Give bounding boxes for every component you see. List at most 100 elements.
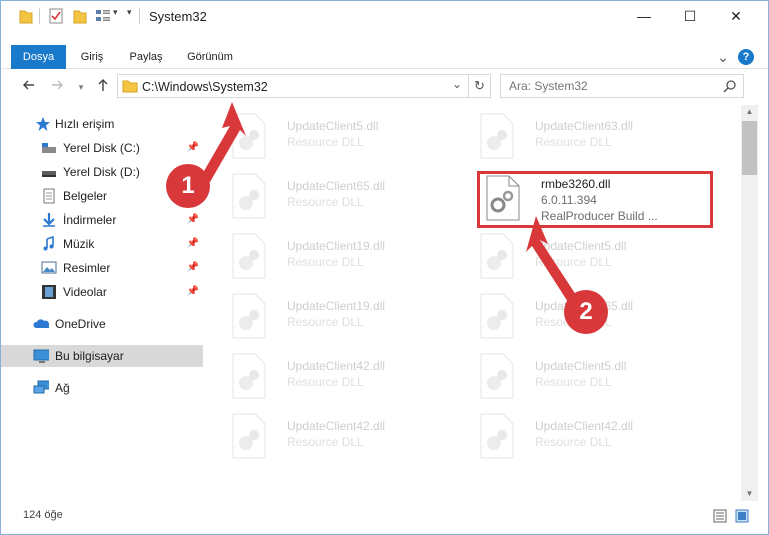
address-dropdown-icon[interactable]: ⌄	[452, 77, 462, 91]
large-icons-view-icon[interactable]	[735, 509, 749, 523]
file-item[interactable]: UpdateClient65.dll Resource DLL	[223, 169, 453, 225]
scrollbar-thumb[interactable]	[742, 121, 757, 175]
tab-file[interactable]: Dosya	[11, 45, 66, 69]
file-description: Resource DLL	[535, 435, 612, 449]
arrow-up-icon	[98, 79, 108, 91]
sidebar-item-label: Yerel Disk (D:)	[63, 165, 140, 179]
sidebar-item-pictures[interactable]: Resimler 📌	[1, 257, 203, 279]
sidebar-item-onedrive[interactable]: OneDrive	[1, 313, 203, 335]
dll-file-icon	[232, 173, 266, 219]
file-item[interactable]: UpdateClient63.dll Resource DLL	[471, 109, 701, 165]
tab-share[interactable]: Paylaş	[119, 45, 173, 69]
item-count: 124 öğe	[23, 509, 63, 521]
search-icon[interactable]	[723, 79, 737, 93]
address-bar[interactable]: C:\Windows\System32 ⌄ ↻	[117, 74, 491, 98]
refresh-icon[interactable]: ↻	[474, 78, 485, 94]
up-button[interactable]	[93, 78, 113, 96]
pin-icon: 📌	[186, 214, 199, 225]
sidebar-item-label: Bu bilgisayar	[55, 349, 124, 363]
this-pc-icon	[33, 349, 49, 363]
sidebar-item-network[interactable]: Ağ	[1, 377, 203, 399]
scroll-up-icon[interactable]: ▲	[741, 105, 758, 119]
scroll-down-icon[interactable]: ▼	[741, 487, 758, 501]
file-name: UpdateClient63.dll	[535, 119, 634, 133]
file-description: Resource DLL	[287, 135, 364, 149]
sidebar-item-label: OneDrive	[55, 317, 106, 331]
sidebar-item-videos[interactable]: Videolar 📌	[1, 281, 203, 303]
folder-icon[interactable]	[19, 8, 33, 24]
downloads-icon	[43, 213, 55, 227]
maximize-icon: ☐	[683, 7, 697, 24]
sidebar-item-label: Yerel Disk (C:)	[63, 141, 140, 155]
file-description: Resource DLL	[287, 315, 364, 329]
file-description: Resource DLL	[535, 375, 612, 389]
tab-view[interactable]: Görünüm	[179, 45, 241, 69]
documents-icon	[43, 188, 55, 204]
arrow-left-icon	[23, 80, 34, 90]
back-button[interactable]	[19, 78, 39, 96]
vertical-scrollbar[interactable]: ▲ ▼	[741, 105, 758, 501]
onedrive-icon	[33, 319, 49, 328]
file-item[interactable]: UpdateClient19.dll Resource DLL	[223, 289, 453, 345]
close-button[interactable]: ✕	[713, 1, 759, 31]
highlight-box	[477, 171, 713, 228]
divider	[39, 8, 40, 24]
star-icon	[36, 117, 50, 131]
dll-file-icon	[480, 413, 514, 459]
music-icon	[43, 236, 54, 251]
pictures-icon	[41, 261, 57, 274]
search-input[interactable]	[509, 78, 709, 94]
tab-home[interactable]: Giriş	[71, 45, 113, 69]
sidebar-item-local-disk-c[interactable]: Yerel Disk (C:) 📌	[1, 137, 203, 159]
maximize-button[interactable]: ☐	[667, 1, 713, 31]
explorer-window: ▾ ▾ System32 — ☐ ✕ Dosya Giriş Paylaş Gö…	[0, 0, 769, 535]
help-icon[interactable]: ?	[738, 49, 754, 65]
file-description: Resource DLL	[287, 375, 364, 389]
dll-file-icon	[232, 113, 266, 159]
properties-icon[interactable]	[49, 8, 63, 24]
file-item[interactable]: UpdateClient42.dll Resource DLL	[471, 409, 701, 465]
chevron-down-icon[interactable]: ▾	[127, 7, 132, 23]
step-1-badge: 1	[166, 164, 210, 208]
sidebar-item-label: Ağ	[55, 381, 70, 395]
ribbon-tabs: Dosya Giriş Paylaş Görünüm ⌄ ?	[1, 45, 768, 69]
title-bar: ▾ ▾ System32 — ☐ ✕	[1, 1, 768, 31]
file-description: Resource DLL	[535, 255, 612, 269]
file-name: UpdateClient19.dll	[287, 239, 386, 253]
customize-toolbar-icon[interactable]: ▾	[113, 7, 118, 23]
new-folder-icon[interactable]	[73, 8, 87, 24]
file-name: UpdateClient65.dll	[287, 179, 386, 193]
drive-icon	[42, 143, 56, 153]
file-item[interactable]: UpdateClient5.dll Resource DLL	[471, 229, 701, 285]
window-title: System32	[149, 9, 207, 24]
details-view-icon[interactable]	[713, 509, 727, 523]
file-name: UpdateClient5.dll	[287, 119, 379, 133]
recent-locations-icon[interactable]: ▾	[71, 78, 91, 96]
file-name: UpdateClient19.dll	[287, 299, 386, 313]
view-icon[interactable]	[95, 8, 111, 24]
sidebar-item-this-pc[interactable]: Bu bilgisayar	[1, 345, 203, 367]
file-name: UpdateClient5.dll	[535, 239, 627, 253]
search-box[interactable]	[500, 74, 744, 98]
pin-icon: 📌	[186, 286, 199, 297]
file-item[interactable]: UpdateClient5.dll Resource DLL	[223, 109, 453, 165]
file-item[interactable]: UpdateClient19.dll Resource DLL	[223, 229, 453, 285]
pin-icon: 📌	[186, 262, 199, 273]
file-item[interactable]: UpdateClient42.dll Resource DLL	[223, 409, 453, 465]
navigation-pane: Hızlı erişim Yerel Disk (C:) 📌 Yerel Dis…	[1, 105, 211, 495]
dll-file-icon	[480, 113, 514, 159]
file-description: Resource DLL	[287, 435, 364, 449]
ribbon-collapse-icon[interactable]: ⌄	[713, 45, 733, 69]
sidebar-item-music[interactable]: Müzik 📌	[1, 233, 203, 255]
forward-button[interactable]	[47, 78, 67, 96]
sidebar-item-quick-access[interactable]: Hızlı erişim	[1, 113, 203, 135]
dll-file-icon	[480, 233, 514, 279]
file-item[interactable]: UpdateClient42.dll Resource DLL	[223, 349, 453, 405]
sidebar-item-label: Videolar	[63, 285, 107, 299]
file-name: UpdateClient5.dll	[535, 359, 627, 373]
file-item[interactable]: UpdateClient5.dll Resource DLL	[471, 349, 701, 405]
sidebar-item-downloads[interactable]: İndirmeler 📌	[1, 209, 203, 231]
file-description: Resource DLL	[287, 195, 364, 209]
network-icon	[33, 380, 49, 394]
minimize-button[interactable]: —	[621, 1, 667, 31]
